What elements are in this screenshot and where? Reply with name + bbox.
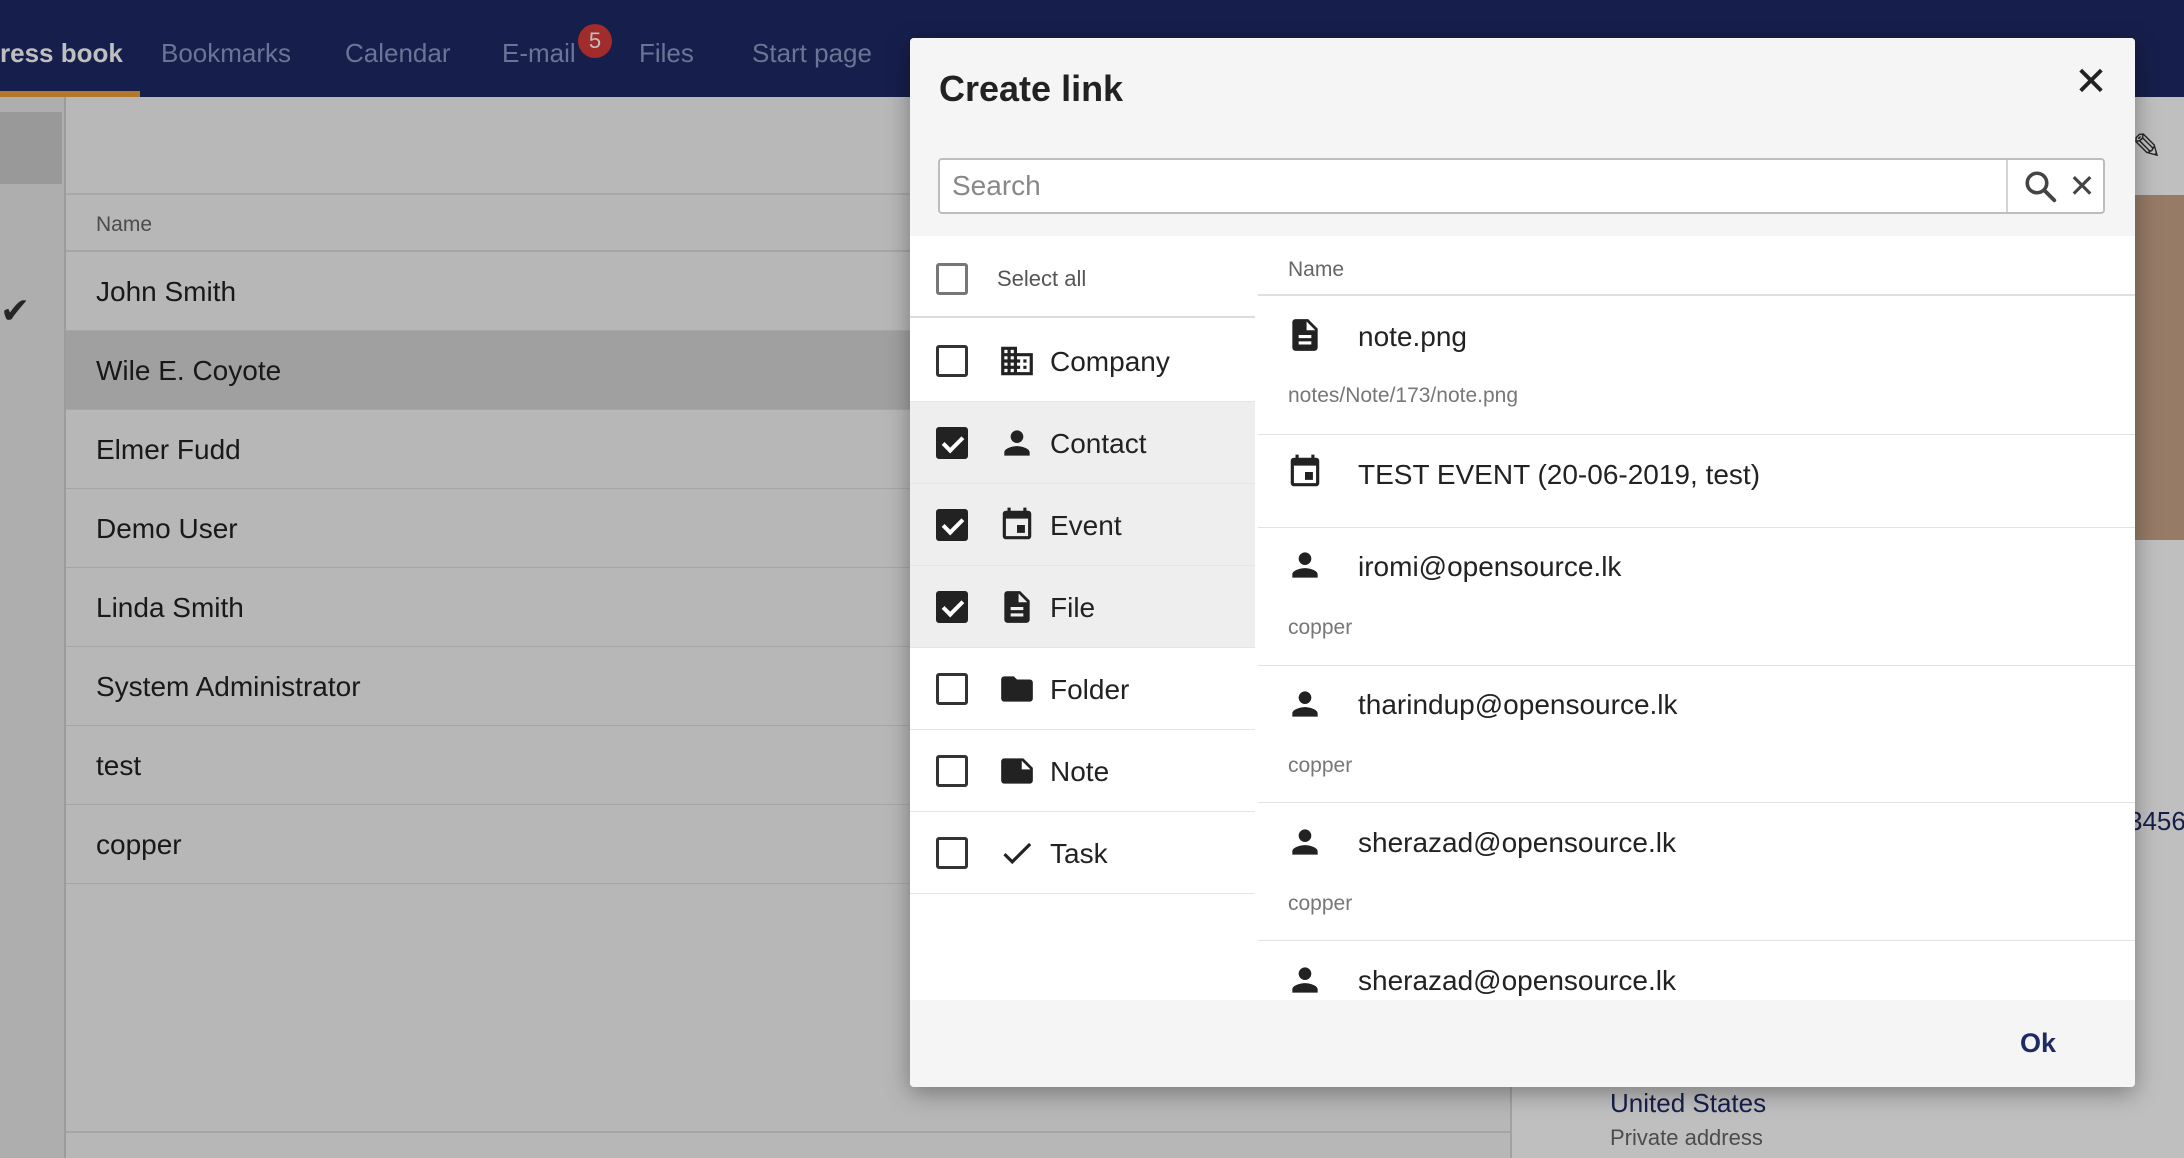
company-checkbox[interactable] [936,345,968,377]
result-item[interactable]: sherazad@opensource.lk copper [1258,803,2135,941]
note-icon [1001,758,1033,784]
search-field: ✕ [938,158,2105,214]
calendar-icon [1290,454,1320,487]
filter-file[interactable]: File [910,566,1255,648]
result-item[interactable]: iromi@opensource.lk copper [1258,528,2135,666]
results-list: Name note.png notes/Note/173/note.png TE… [1258,240,2135,1000]
close-icon[interactable]: ✕ [2069,60,2113,104]
filter-label: Note [1050,756,1110,787]
note-checkbox[interactable] [936,755,968,787]
result-item[interactable]: tharindup@opensource.lk copper [1258,666,2135,803]
dialog-footer: Ok [910,1000,2135,1087]
result-subtitle: notes/Note/173/note.png [1288,384,1519,407]
filter-note[interactable]: Note [910,730,1255,812]
result-name: tharindup@opensource.lk [1358,689,1678,720]
filter-label: Event [1050,510,1122,541]
dialog-header: Create link ✕ [910,38,2135,136]
dialog-title: Create link [939,68,1124,109]
result-name: iromi@opensource.lk [1358,551,1622,582]
filter-label: Contact [1050,428,1147,459]
result-subtitle: copper [1288,754,1353,777]
person-icon [1292,967,1318,993]
search-icon[interactable] [2022,168,2058,204]
result-item[interactable]: sherazad@opensource.lk [1258,941,2135,1000]
clear-search-icon[interactable]: ✕ [2066,162,2098,210]
select-all-row[interactable]: Select all [910,240,1255,318]
result-name: note.png [1358,321,1467,352]
check-icon [1003,842,1032,865]
select-all-label: Select all [997,266,1087,291]
search-divider [2006,160,2008,212]
result-name: sherazad@opensource.lk [1358,965,1676,996]
result-item[interactable]: note.png notes/Note/173/note.png [1258,298,2135,435]
calendar-icon [1002,507,1032,540]
filter-event[interactable]: Event [910,484,1255,566]
result-subtitle: copper [1288,616,1353,639]
contact-checkbox[interactable] [936,427,968,459]
result-subtitle: copper [1288,892,1353,915]
search-input[interactable] [952,168,1992,204]
filter-task[interactable]: Task [910,812,1255,894]
result-name: TEST EVENT (20-06-2019, test) [1358,459,1761,490]
filter-label: Task [1050,838,1108,869]
company-icon [1001,346,1033,376]
create-link-dialog: Create link ✕ ✕ Select all Company [910,38,2135,1087]
results-header: Name [1258,240,2135,296]
ok-button[interactable]: Ok [2020,1028,2056,1059]
person-icon [1292,691,1318,717]
select-all-checkbox[interactable] [936,263,968,295]
task-checkbox[interactable] [936,837,968,869]
file-icon [1004,591,1030,623]
person-icon [1292,829,1318,855]
filter-contact[interactable]: Contact [910,402,1255,484]
filter-company[interactable]: Company [910,320,1255,402]
type-filter-list: Select all Company Contact Event File Fo… [910,240,1255,1000]
person-icon [1292,552,1318,578]
result-name: sherazad@opensource.lk [1358,827,1676,858]
result-item[interactable]: TEST EVENT (20-06-2019, test) [1258,435,2135,528]
event-checkbox[interactable] [936,509,968,541]
filter-label: File [1050,592,1096,623]
filter-label: Folder [1050,674,1130,705]
folder-checkbox[interactable] [936,673,968,705]
folder-icon [1001,676,1033,702]
filter-folder[interactable]: Folder [910,648,1255,730]
filter-label: Company [1050,346,1170,377]
file-icon [1292,319,1318,351]
results-column-header-name[interactable]: Name [1288,258,1344,282]
file-checkbox[interactable] [936,591,968,623]
person-icon [1004,430,1030,456]
